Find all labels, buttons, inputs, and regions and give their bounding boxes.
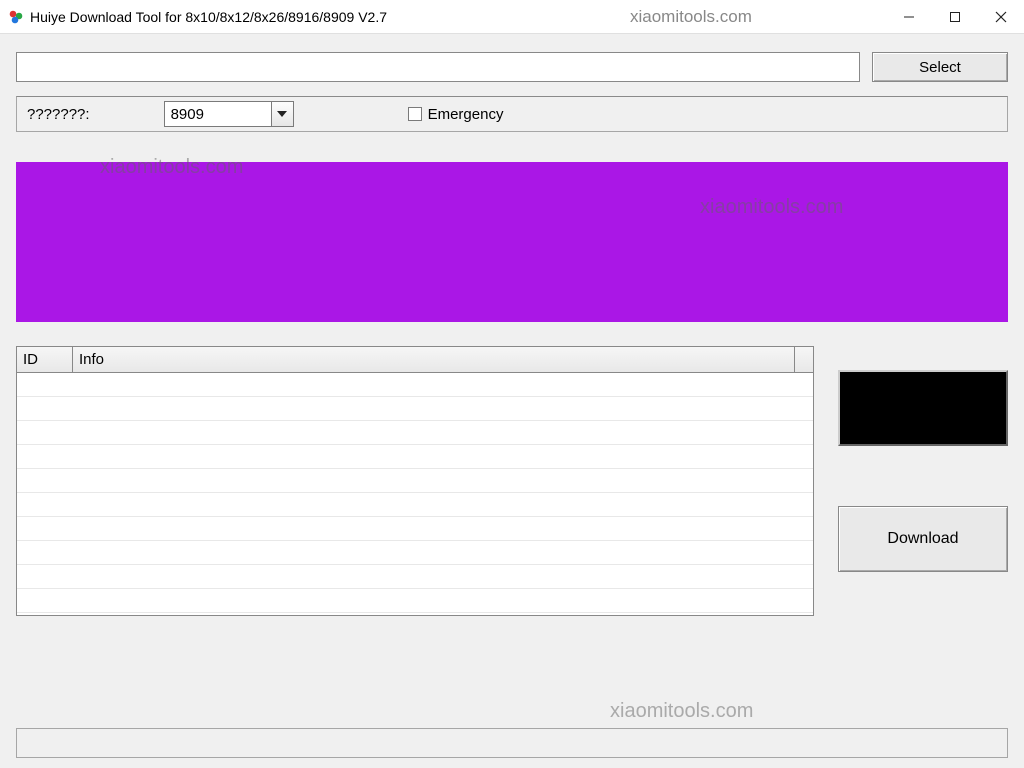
platform-dropdown-value: 8909: [171, 106, 204, 123]
table-row[interactable]: [17, 469, 813, 493]
file-path-input[interactable]: [16, 52, 860, 82]
table-row[interactable]: [17, 589, 813, 613]
download-button[interactable]: Download: [838, 506, 1008, 572]
column-id[interactable]: ID: [17, 347, 73, 372]
options-panel: ???????: 8909 Emergency: [16, 96, 1008, 132]
statusbar: [16, 728, 1008, 758]
titlebar: Huiye Download Tool for 8x10/8x12/8x26/8…: [0, 0, 1024, 34]
table-row[interactable]: [17, 493, 813, 517]
emergency-checkbox[interactable]: [408, 107, 422, 121]
window-controls: [886, 0, 1024, 33]
platform-dropdown[interactable]: 8909: [164, 101, 294, 127]
chevron-down-icon: [271, 102, 293, 126]
table-row[interactable]: [17, 373, 813, 397]
log-table: ID Info: [16, 346, 814, 616]
select-button[interactable]: Select: [872, 52, 1008, 82]
maximize-button[interactable]: [932, 0, 978, 33]
table-row[interactable]: [17, 541, 813, 565]
table-header: ID Info: [17, 347, 813, 373]
minimize-button[interactable]: [886, 0, 932, 33]
emergency-label: Emergency: [428, 106, 504, 123]
titlebar-watermark: xiaomitools.com: [630, 7, 752, 27]
table-row[interactable]: [17, 397, 813, 421]
app-icon: [8, 9, 24, 25]
table-row[interactable]: [17, 445, 813, 469]
table-body: [17, 373, 813, 615]
table-row[interactable]: [17, 517, 813, 541]
status-banner: [16, 162, 1008, 322]
table-row[interactable]: [17, 421, 813, 445]
close-button[interactable]: [978, 0, 1024, 33]
column-info[interactable]: Info: [73, 347, 795, 372]
window-title: Huiye Download Tool for 8x10/8x12/8x26/8…: [30, 9, 387, 25]
table-row[interactable]: [17, 565, 813, 589]
preview-box: [838, 370, 1008, 446]
platform-label: ???????:: [27, 106, 90, 123]
column-spacer: [795, 347, 813, 372]
